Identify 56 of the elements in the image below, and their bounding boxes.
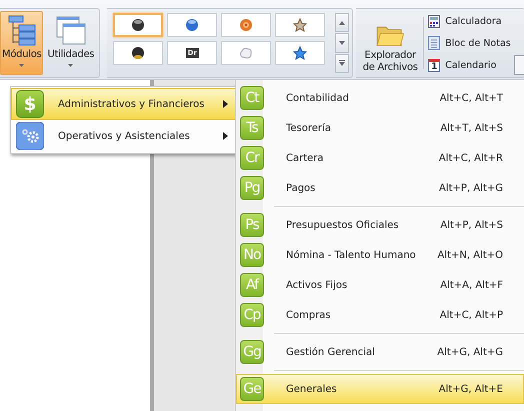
dropdown-arrow-icon: [68, 64, 74, 67]
expand-icon: [339, 60, 346, 66]
module-badge-icon: Pg: [240, 176, 264, 200]
gallery-item[interactable]: [113, 13, 164, 37]
star-icon: [293, 18, 308, 32]
module-badge-icon: Ts: [240, 116, 264, 140]
tool-button[interactable]: Bloc de Notas: [426, 34, 511, 52]
gears-icon: [16, 122, 44, 150]
module-badge-icon: Ct: [240, 86, 264, 110]
module-badge-icon: Gg: [240, 340, 264, 364]
down-icon: [339, 40, 346, 45]
windows-icon: [54, 15, 87, 47]
tool-button[interactable]: 1 Calendario: [426, 56, 511, 74]
module-badge-icon: Af: [240, 273, 264, 297]
expand-gallery-button[interactable]: [335, 54, 350, 73]
orb-icon: [131, 46, 146, 60]
submenu-item[interactable]: Ts Tesorería Alt+T, Alt+S: [236, 113, 524, 143]
ribbon-button[interactable]: Utilidades: [45, 11, 96, 75]
star-icon: [293, 46, 308, 60]
submenu-item[interactable]: No Nómina - Talento Humano Alt+N, Alt+O: [236, 240, 524, 270]
scroll-down-button[interactable]: [335, 33, 350, 53]
cloud-icon: [239, 46, 254, 60]
submenu-item[interactable]: Ps Presupuestos Oficiales Alt+P, Alt+S: [236, 210, 524, 240]
file-explorer-button[interactable]: Explorador de Archivos: [359, 11, 422, 75]
gallery-item[interactable]: [275, 41, 326, 65]
menu-item[interactable]: Operativos y Asistenciales: [11, 120, 237, 152]
disc-icon: [239, 18, 254, 32]
submenu-item[interactable]: Pg Pagos Alt+P, Alt+G: [236, 173, 524, 203]
small-toggle-button[interactable]: [514, 55, 524, 75]
ribbon-button[interactable]: Módulos: [0, 11, 44, 75]
submenu-item[interactable]: Cp Compras Alt+C, Alt+P: [236, 300, 524, 330]
module-badge-icon: Ps: [240, 213, 264, 237]
submenu-item[interactable]: Af Activos Fijos Alt+A, Alt+F: [236, 270, 524, 300]
notepad-icon: [428, 36, 440, 50]
gallery-item[interactable]: [113, 41, 164, 65]
orb-icon: [185, 18, 200, 32]
submenu-item[interactable]: Gg Gestión Gerencial Alt+G, Alt+G: [236, 337, 524, 367]
module-badge-icon: Ge: [240, 377, 264, 401]
calendar-icon: 1: [428, 58, 440, 72]
dropdown-arrow-icon: [19, 64, 24, 67]
submenu-arrow-icon: [223, 132, 228, 140]
money-icon: $: [16, 90, 44, 118]
tool-button[interactable]: Calculadora: [426, 12, 511, 30]
module-badge-icon: No: [240, 243, 264, 267]
submenu-arrow-icon: [223, 100, 228, 108]
menu-item[interactable]: $ Administrativos y Financieros: [11, 88, 237, 120]
submenu-item[interactable]: Ge Generales Alt+G, Alt+E: [236, 374, 524, 404]
tree-icon: [6, 15, 37, 47]
module-badge-icon: Cp: [240, 303, 264, 327]
submenu-item[interactable]: Cr Cartera Alt+C, Alt+R: [236, 143, 524, 173]
orb-icon: [131, 18, 146, 32]
scroll-up-button[interactable]: [335, 13, 350, 32]
module-badge-icon: Cr: [240, 146, 264, 170]
calculator-icon: [428, 14, 440, 28]
up-icon: [339, 20, 346, 25]
submenu-item[interactable]: Ct Contabilidad Alt+C, Alt+T: [236, 83, 524, 113]
